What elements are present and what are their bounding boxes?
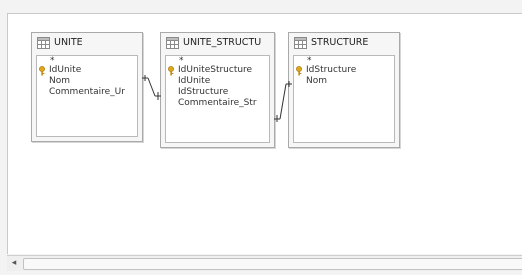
field-all-columns[interactable]: * [37,56,137,66]
field-list[interactable]: * IdStructure Nom [293,55,395,143]
horizontal-scrollbar[interactable]: ◂ [7,255,522,271]
field-row[interactable]: IdStructure [294,65,394,76]
table-icon [37,37,50,49]
table-icon [166,37,179,49]
table-icon [294,37,307,49]
field-row[interactable]: Commentaire_Str [166,98,269,109]
field-all-columns[interactable]: * [294,56,394,66]
table-window-structure[interactable]: STRUCTURE * IdStructure Nom [288,32,400,148]
key-icon [168,66,174,76]
field-all-columns[interactable]: * [166,56,269,66]
field-row[interactable]: Nom [37,76,137,87]
field-row[interactable]: Commentaire_Ur [37,87,137,98]
field-row[interactable]: IdUnite [37,65,137,76]
field-row[interactable]: IdUnite [166,76,269,87]
table-window-unite-structure[interactable]: UNITE_STRUCTU * IdUniteStructure IdUnite… [160,32,275,148]
field-list[interactable]: * IdUniteStructure IdUnite IdStructure C… [165,55,270,143]
table-title: STRUCTURE [311,37,369,48]
field-row[interactable]: IdUniteStructure [166,65,269,76]
table-title: UNITE_STRUCTU [183,37,262,48]
key-icon [296,66,302,76]
scrollbar-thumb[interactable] [23,258,522,270]
field-list[interactable]: * IdUnite Nom Commentaire_Ur [36,55,138,137]
table-title-bar[interactable]: STRUCTURE [289,33,399,53]
key-icon [39,66,45,76]
table-title: UNITE [54,37,83,48]
table-title-bar[interactable]: UNITE [32,33,142,53]
field-row[interactable]: Nom [294,76,394,87]
field-row[interactable]: IdStructure [166,87,269,98]
scroll-left-arrow-icon[interactable]: ◂ [7,256,21,271]
table-title-bar[interactable]: UNITE_STRUCTU [161,33,274,53]
table-window-unite[interactable]: UNITE * IdUnite Nom Commentaire_Ur [31,32,143,142]
